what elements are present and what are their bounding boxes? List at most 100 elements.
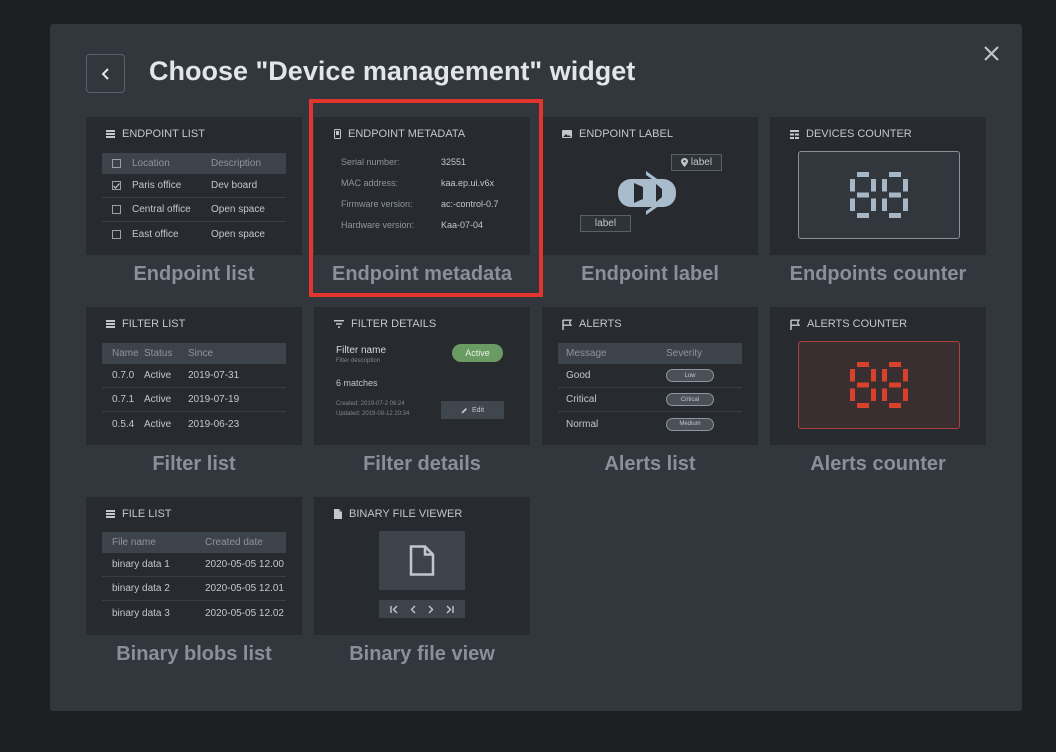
filter-description: Filter description <box>336 358 381 364</box>
table-row: 0.7.1 Active 2019-07-19 <box>102 388 286 412</box>
pager <box>379 600 465 618</box>
cell: 2020-05-05 12.02 <box>205 607 284 619</box>
digit-segment <box>857 192 869 198</box>
label-text: label <box>594 218 617 229</box>
cell: Dev board <box>211 180 258 191</box>
car-icon <box>618 171 676 215</box>
cell: Open space <box>211 204 265 215</box>
widget-preview: ENDPOINT LIST Location Description Paris… <box>86 117 302 255</box>
edit-button: Edit <box>441 401 504 419</box>
close-button[interactable] <box>980 42 1002 64</box>
digit-segment <box>882 388 887 401</box>
column-header: Message <box>566 348 607 359</box>
digit-segment <box>882 179 887 192</box>
digit-segment <box>871 198 876 211</box>
card-header: ENDPOINT LIST <box>122 128 205 140</box>
table-row: binary data 3 2020-05-05 12.02 <box>102 601 286 625</box>
column-header: Location <box>132 158 170 169</box>
column-header: Status <box>144 348 173 359</box>
widget-preview: ALERTS Message Severity Good Low Critica… <box>542 307 758 445</box>
cell: Central office <box>132 204 191 215</box>
digit-segment <box>857 213 869 218</box>
widget-preview: ALERTS COUNTER <box>770 307 986 445</box>
cell: Active <box>144 394 172 405</box>
column-header: Severity <box>666 348 703 359</box>
list-icon <box>106 130 115 138</box>
digit-segment <box>903 198 908 211</box>
digit-segment <box>903 369 908 382</box>
card-header: DEVICES COUNTER <box>806 128 912 140</box>
table-row: binary data 1 2020-05-05 12.00 <box>102 553 286 577</box>
severity-badge: Critical <box>666 393 714 406</box>
digit-segment <box>882 198 887 211</box>
widget-preview: FILE LIST File name Created date binary … <box>86 497 302 635</box>
next-page-icon <box>427 605 434 614</box>
cell: East office <box>132 228 179 240</box>
checkbox <box>112 229 121 239</box>
chevron-left-icon <box>101 67 109 80</box>
previous-page-icon <box>410 605 417 614</box>
match-count: 6 matches <box>336 378 378 388</box>
tile-label: Filter list <box>152 453 236 475</box>
flag-icon <box>562 319 572 330</box>
widget-preview: DEVICES COUNTER <box>770 117 986 255</box>
widget-preview: BINARY FILE VIEWER <box>314 497 530 635</box>
edit-label: Edit <box>471 406 485 414</box>
cell: Active <box>144 370 172 381</box>
table-row: binary data 2 2020-05-05 12.01 <box>102 577 286 601</box>
image-icon <box>562 130 572 138</box>
counter-display <box>798 151 960 239</box>
card-header: FILTER DETAILS <box>351 318 437 330</box>
widget-preview: FILTER DETAILS Filter name Filter descri… <box>314 307 530 445</box>
counter-icon <box>790 129 799 139</box>
digit-segment <box>857 403 869 408</box>
status-badge: Active <box>452 344 503 362</box>
filter-name: Filter name <box>336 345 387 356</box>
pencil-icon <box>461 407 467 413</box>
cell: Critical <box>566 394 597 405</box>
cell: binary data 1 <box>112 559 170 570</box>
label-text: label <box>690 157 713 168</box>
column-header: Description <box>211 158 262 169</box>
table-row: East office Open space <box>102 222 286 246</box>
checkbox <box>112 205 121 214</box>
card-header: ENDPOINT LABEL <box>579 128 673 140</box>
cell: Paris office <box>132 180 182 191</box>
flag-icon <box>790 319 800 330</box>
tile-label: Endpoint label <box>581 263 719 285</box>
card-header: FILE LIST <box>122 508 172 520</box>
counter-display <box>798 341 960 429</box>
column-header: Name <box>112 348 139 359</box>
mini-table: Location Description Paris office Dev bo… <box>102 153 286 246</box>
tile-label: Alerts list <box>604 453 696 475</box>
back-button[interactable] <box>86 54 125 93</box>
seven-segment-digits <box>850 362 908 408</box>
cell: Normal <box>566 418 599 430</box>
cell: 2019-07-19 <box>188 394 240 405</box>
list-icon <box>106 510 115 518</box>
check-icon <box>113 182 120 189</box>
digit-segment <box>850 179 855 192</box>
severity-badge: Medium <box>666 417 714 431</box>
cell: binary data 2 <box>112 583 170 594</box>
digit-segment <box>871 388 876 401</box>
severity-badge: Low <box>666 369 714 382</box>
map-pin-icon <box>680 158 688 167</box>
digit-segment <box>889 403 901 408</box>
digit-segment <box>889 192 901 198</box>
digit-segment <box>889 172 901 177</box>
cell: 2020-05-05 12.00 <box>205 559 284 570</box>
digit-segment <box>903 179 908 192</box>
label-tag: label <box>671 154 722 171</box>
checkbox-checked <box>112 181 121 190</box>
cell: 2019-07-31 <box>188 370 240 381</box>
cell: Active <box>144 418 172 430</box>
updated-date: Updated: 2019-08-12 20:34 <box>336 411 410 417</box>
cell: 2020-05-05 12.01 <box>205 583 284 594</box>
file-icon <box>409 545 435 576</box>
card-header: ALERTS <box>579 318 622 330</box>
digit-segment <box>871 179 876 192</box>
digit-segment <box>850 388 855 401</box>
modal-title: Choose "Device management" widget <box>149 56 636 86</box>
column-header: Since <box>188 348 214 359</box>
